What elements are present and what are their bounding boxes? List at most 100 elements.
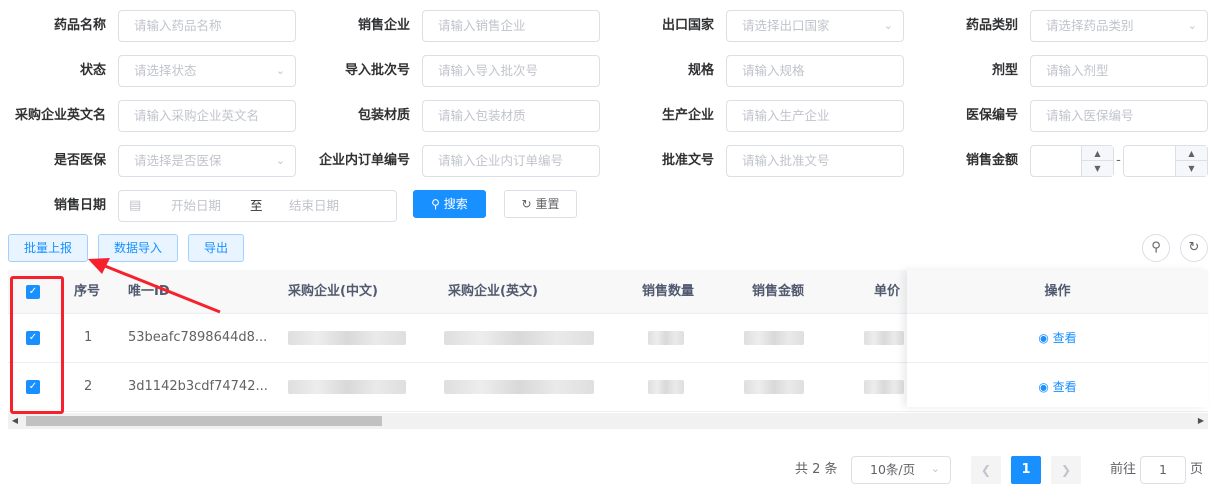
chevron-up-icon[interactable]: ▲ bbox=[1082, 146, 1113, 161]
redacted-unit-price bbox=[864, 331, 904, 345]
sales-company-input[interactable]: 请输入销售企业 bbox=[422, 10, 600, 42]
col-unit-price: 单价 bbox=[874, 284, 901, 299]
chevron-down-icon: ⌄ bbox=[930, 462, 940, 475]
goto-suffix: 页 bbox=[1190, 462, 1204, 477]
batch-report-button[interactable]: 批量上报 bbox=[8, 234, 88, 262]
search-label: 搜索 bbox=[443, 197, 468, 211]
search-icon: ⚲ bbox=[431, 197, 440, 211]
calendar-icon: ▤ bbox=[129, 198, 142, 213]
view-label: 查看 bbox=[1052, 380, 1077, 394]
label-drug-name: 药品名称 bbox=[53, 18, 106, 33]
export-country-select[interactable]: 请选择出口国家 ⌄ bbox=[726, 10, 904, 42]
toggle-search-button[interactable]: ⚲ bbox=[1142, 234, 1170, 262]
chevron-down-icon: ⌄ bbox=[883, 19, 893, 32]
is-insurance-select[interactable]: 请选择是否医保 ⌄ bbox=[118, 145, 296, 177]
label-sales-company: 销售企业 bbox=[357, 18, 410, 33]
annotation-arrow bbox=[88, 258, 221, 314]
buyer-en-input[interactable]: 请输入采购企业英文名 bbox=[118, 100, 296, 132]
search-button[interactable]: ⚲ 搜索 bbox=[413, 190, 486, 218]
label-spec: 规格 bbox=[687, 63, 714, 78]
goto-page-input[interactable]: 1 bbox=[1140, 456, 1186, 484]
scroll-thumb[interactable] bbox=[26, 416, 382, 426]
ops-cell: ◉ 查看 bbox=[907, 314, 1208, 363]
view-link[interactable]: ◉ 查看 bbox=[1038, 380, 1076, 394]
pagination-total: 共 2 条 bbox=[795, 462, 838, 477]
label-sales-date: 销售日期 bbox=[53, 198, 106, 213]
chevron-down-icon[interactable]: ▼ bbox=[1176, 161, 1207, 176]
redacted-qty bbox=[648, 380, 684, 394]
label-manufacturer: 生产企业 bbox=[661, 108, 714, 123]
date-range-separator: 至 bbox=[250, 198, 263, 213]
redacted-buyer-en bbox=[444, 380, 594, 394]
start-date-input[interactable]: 开始日期 bbox=[171, 191, 221, 221]
label-internal-order: 企业内订单编号 bbox=[318, 153, 410, 168]
stepper[interactable]: ▲ ▼ bbox=[1175, 146, 1207, 176]
col-amount: 销售金额 bbox=[752, 284, 805, 299]
label-buyer-en: 采购企业英文名 bbox=[14, 108, 106, 123]
range-separator: - bbox=[1116, 153, 1121, 168]
export-country-placeholder: 请选择出口国家 bbox=[742, 18, 830, 33]
refresh-button[interactable]: ↻ bbox=[1180, 234, 1208, 262]
sales-date-range-picker[interactable]: ▤ 开始日期 至 结束日期 bbox=[118, 190, 397, 222]
reset-label: 重置 bbox=[535, 197, 560, 211]
page-size-select[interactable]: 10条/页 ⌄ bbox=[851, 456, 951, 484]
label-dosage-form: 剂型 bbox=[991, 63, 1018, 78]
row-uid: 3d1142b3cdf74742... bbox=[128, 379, 268, 394]
row-uid: 53beafc7898644d8... bbox=[128, 330, 268, 345]
view-label: 查看 bbox=[1052, 331, 1077, 345]
stepper[interactable]: ▲ ▼ bbox=[1081, 146, 1113, 176]
redacted-amount bbox=[744, 331, 804, 345]
label-export-country: 出口国家 bbox=[661, 18, 714, 33]
prev-page-button[interactable]: ❮ bbox=[971, 456, 1001, 484]
view-link[interactable]: ◉ 查看 bbox=[1038, 331, 1076, 345]
chevron-left-icon: ❮ bbox=[980, 463, 992, 477]
internal-order-input[interactable]: 请输入企业内订单编号 bbox=[422, 145, 600, 177]
label-status: 状态 bbox=[79, 63, 106, 78]
dosage-form-input[interactable]: 请输入剂型 bbox=[1030, 55, 1208, 87]
end-date-input[interactable]: 结束日期 bbox=[289, 191, 339, 221]
approval-no-input[interactable]: 请输入批准文号 bbox=[726, 145, 904, 177]
sales-amount-max-input[interactable]: ▲ ▼ bbox=[1123, 145, 1208, 177]
label-insurance-code: 医保编号 bbox=[965, 108, 1018, 123]
checkbox-highlight-box bbox=[10, 276, 64, 414]
fixed-ops-column: 操作 ◉ 查看 ◉ 查看 bbox=[907, 270, 1208, 407]
eye-icon: ◉ bbox=[1038, 380, 1049, 394]
drug-category-select[interactable]: 请选择药品类别 ⌄ bbox=[1030, 10, 1208, 42]
page-size-value: 10条/页 bbox=[870, 462, 916, 477]
packaging-input[interactable]: 请输入包装材质 bbox=[422, 100, 600, 132]
label-sales-amount: 销售金额 bbox=[965, 153, 1018, 168]
label-packaging: 包装材质 bbox=[357, 108, 410, 123]
chevron-up-icon[interactable]: ▲ bbox=[1176, 146, 1207, 161]
insurance-code-input[interactable]: 请输入医保编号 bbox=[1030, 100, 1208, 132]
status-select[interactable]: 请选择状态 ⌄ bbox=[118, 55, 296, 87]
next-page-button[interactable]: ❯ bbox=[1051, 456, 1081, 484]
chevron-right-icon: ❯ bbox=[1060, 463, 1072, 477]
goto-prefix: 前往 bbox=[1110, 462, 1137, 477]
sales-amount-min-input[interactable]: ▲ ▼ bbox=[1030, 145, 1114, 177]
scroll-left-icon[interactable]: ◀ bbox=[8, 413, 22, 429]
scroll-right-icon[interactable]: ▶ bbox=[1194, 413, 1208, 429]
redacted-amount bbox=[744, 380, 804, 394]
row-index: 2 bbox=[84, 379, 93, 394]
page-number-current[interactable]: 1 bbox=[1011, 456, 1041, 484]
reset-button[interactable]: ↻ 重置 bbox=[504, 190, 577, 218]
horizontal-scrollbar[interactable]: ◀ ▶ bbox=[8, 413, 1208, 429]
eye-icon: ◉ bbox=[1038, 331, 1049, 345]
label-import-batch: 导入批次号 bbox=[344, 63, 410, 78]
redacted-qty bbox=[648, 331, 684, 345]
redacted-buyer-cn bbox=[288, 380, 406, 394]
search-icon: ⚲ bbox=[1151, 240, 1161, 255]
col-qty: 销售数量 bbox=[642, 284, 695, 299]
spec-input[interactable]: 请输入规格 bbox=[726, 55, 904, 87]
redacted-buyer-en bbox=[444, 331, 594, 345]
row-index: 1 bbox=[84, 330, 93, 345]
manufacturer-input[interactable]: 请输入生产企业 bbox=[726, 100, 904, 132]
ops-cell: ◉ 查看 bbox=[907, 363, 1208, 407]
import-batch-input[interactable]: 请输入导入批次号 bbox=[422, 55, 600, 87]
chevron-down-icon: ⌄ bbox=[275, 154, 285, 167]
redacted-unit-price bbox=[864, 380, 904, 394]
chevron-down-icon: ⌄ bbox=[275, 64, 285, 77]
drug-name-input[interactable]: 请输入药品名称 bbox=[118, 10, 296, 42]
chevron-down-icon[interactable]: ▼ bbox=[1082, 161, 1113, 176]
label-approval-no: 批准文号 bbox=[661, 153, 714, 168]
